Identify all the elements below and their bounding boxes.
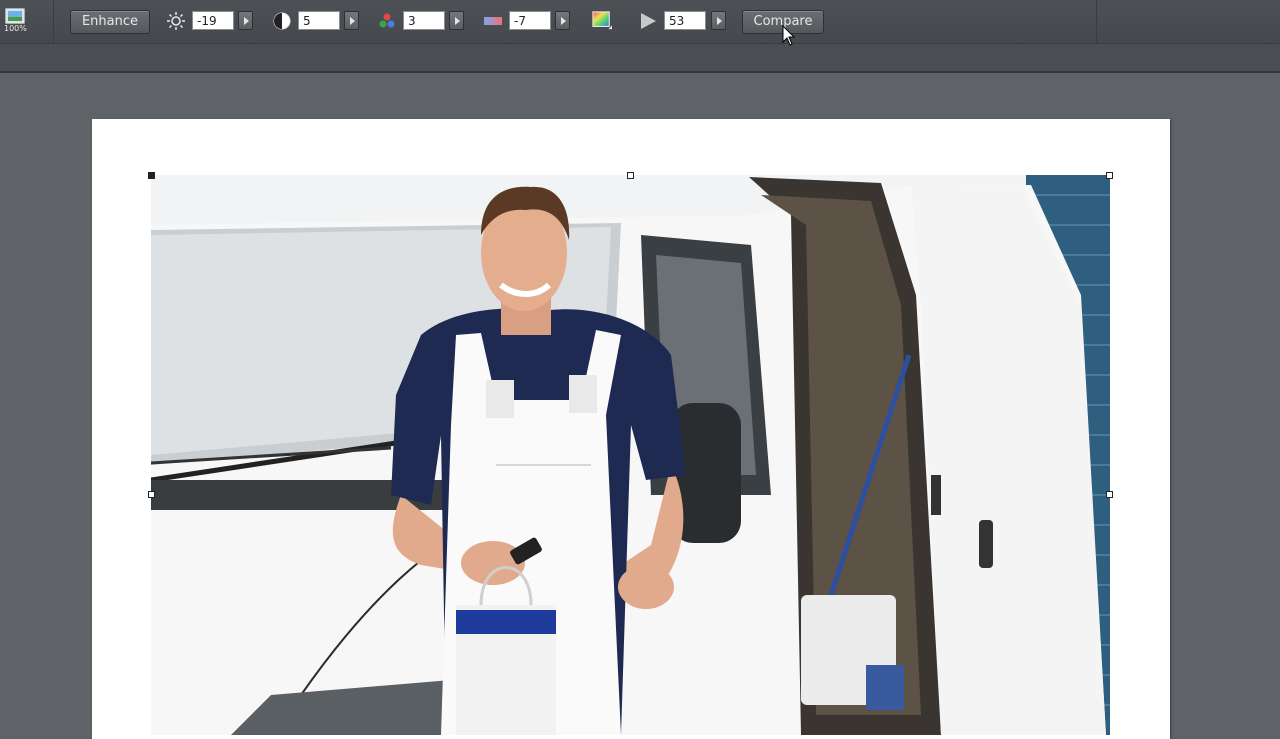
temperature-stepper[interactable] bbox=[555, 11, 570, 30]
sharpen-input[interactable]: 53 bbox=[664, 11, 706, 30]
resize-handle-top-left[interactable] bbox=[148, 172, 155, 179]
toolbar-divider bbox=[1096, 0, 1097, 43]
zoom-label: 100% bbox=[4, 24, 27, 33]
saturation-stepper[interactable] bbox=[449, 11, 464, 30]
contrast-stepper[interactable] bbox=[344, 11, 359, 30]
temperature-input[interactable]: -7 bbox=[509, 11, 551, 30]
image-zoom-icon[interactable] bbox=[5, 8, 25, 24]
selected-photo[interactable] bbox=[151, 175, 1110, 735]
color-dots-icon bbox=[379, 13, 395, 28]
sub-toolbar bbox=[0, 44, 1280, 73]
resize-handle-top[interactable] bbox=[627, 172, 634, 179]
contrast-icon bbox=[273, 12, 291, 30]
color-square-icon[interactable] bbox=[592, 11, 612, 31]
saturation-input[interactable]: 3 bbox=[403, 11, 445, 30]
temperature-icon bbox=[484, 17, 502, 25]
triangle-icon bbox=[641, 13, 656, 29]
contrast-input[interactable]: 5 bbox=[298, 11, 340, 30]
resize-handle-right[interactable] bbox=[1106, 491, 1113, 498]
brightness-input[interactable]: -19 bbox=[192, 11, 234, 30]
toolbar: 100% Enhance -19 5 3 -7 53 Compare bbox=[0, 0, 1280, 44]
mouse-cursor-icon bbox=[782, 25, 796, 46]
sun-icon bbox=[167, 12, 185, 30]
zoom-area[interactable]: 100% bbox=[0, 0, 54, 43]
enhance-button[interactable]: Enhance bbox=[70, 10, 150, 34]
sharpen-stepper[interactable] bbox=[711, 11, 726, 30]
brightness-stepper[interactable] bbox=[238, 11, 253, 30]
photo-illustration bbox=[151, 175, 1110, 735]
resize-handle-top-right[interactable] bbox=[1106, 172, 1113, 179]
resize-handle-left[interactable] bbox=[148, 491, 155, 498]
